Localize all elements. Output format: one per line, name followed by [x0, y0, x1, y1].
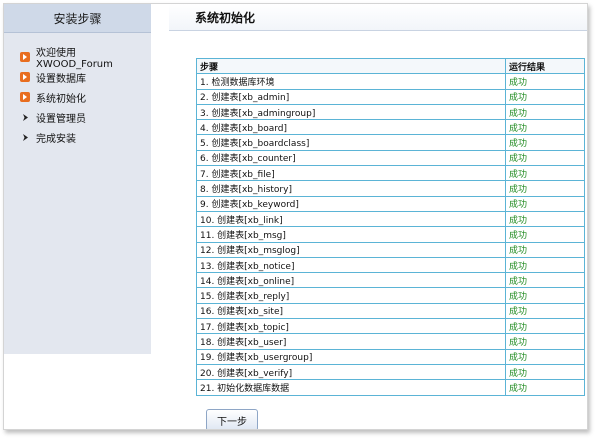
step-cell: 1. 检测数据库环境: [196, 73, 506, 90]
result-cell: 成功: [505, 363, 585, 381]
result-cell: 成功: [505, 256, 585, 274]
step-item: 完成安装: [20, 127, 151, 147]
step-label: 欢迎使用XWOOD_Forum: [36, 48, 113, 70]
main-panel: 系统初始化 步骤 运行结果 1. 检测数据库环境 成功 2. 创建表[xb_admi…: [169, 4, 587, 429]
result-cell: 成功: [505, 348, 585, 365]
table-row: 7. 创建表[xb_file] 成功: [196, 165, 585, 182]
table-row: 18. 创建表[xb_user] 成功: [196, 333, 585, 350]
table-row: 10. 创建表[xb_link] 成功: [196, 210, 585, 228]
result-cell: 成功: [505, 226, 585, 243]
chevron-right-icon: [20, 132, 30, 142]
result-cell: 成功: [505, 165, 585, 182]
results-table: 步骤 运行结果 1. 检测数据库环境 成功 2. 创建表[xb_admin] 成功 3.…: [196, 57, 585, 396]
result-cell: 成功: [505, 318, 585, 335]
installer-window: 安装步骤 欢迎使用XWOOD_Forum 设置数据库 系统初始化 设置管理员 完成安装 …: [3, 3, 588, 430]
table-row: 19. 创建表[xb_usergroup] 成功: [196, 348, 585, 365]
result-cell: 成功: [505, 210, 585, 228]
table-row: 11. 创建表[xb_msg] 成功: [196, 226, 585, 243]
result-cell: 成功: [505, 103, 585, 121]
result-cell: 成功: [505, 195, 585, 212]
step-cell: 20. 创建表[xb_verify]: [196, 363, 506, 381]
result-cell: 成功: [505, 287, 585, 304]
table-row: 2. 创建表[xb_admin] 成功: [196, 88, 585, 105]
next-button[interactable]: 下一步: [206, 409, 258, 429]
step-cell: 16. 创建表[xb_site]: [196, 302, 506, 320]
step-item: 欢迎使用XWOOD_Forum: [20, 47, 151, 70]
step-cell: 10. 创建表[xb_link]: [196, 210, 506, 228]
sidebar-title: 安装步骤: [4, 4, 151, 33]
arrow-right-icon: [20, 92, 30, 102]
steps-list: 欢迎使用XWOOD_Forum 设置数据库系统初始化设置管理员完成安装: [4, 47, 151, 147]
table-row: 6. 创建表[xb_counter] 成功: [196, 149, 585, 167]
step-cell: 17. 创建表[xb_topic]: [196, 318, 506, 335]
step-label: 设置数据库: [36, 73, 86, 85]
table-row: 21. 初始化数据库数据 成功: [196, 379, 585, 396]
table-row: 4. 创建表[xb_board] 成功: [196, 119, 585, 136]
step-cell: 2. 创建表[xb_admin]: [196, 88, 506, 105]
table-row: 20. 创建表[xb_verify] 成功: [196, 363, 585, 381]
table-row: 12. 创建表[xb_msglog] 成功: [196, 241, 585, 258]
step-cell: 11. 创建表[xb_msg]: [196, 226, 506, 243]
page-title: 系统初始化: [169, 4, 587, 31]
result-cell: 成功: [505, 180, 585, 197]
table-row: 3. 创建表[xb_admingroup] 成功: [196, 103, 585, 121]
result-cell: 成功: [505, 241, 585, 258]
step-item: 设置管理员: [20, 107, 151, 127]
step-cell: 18. 创建表[xb_user]: [196, 333, 506, 350]
step-cell: 8. 创建表[xb_history]: [196, 180, 506, 197]
table-row: 13. 创建表[xb_notice] 成功: [196, 256, 585, 274]
table-row: 17. 创建表[xb_topic] 成功: [196, 318, 585, 335]
step-label: 完成安装: [36, 133, 76, 145]
step-cell: 12. 创建表[xb_msglog]: [196, 241, 506, 258]
result-cell: 成功: [505, 379, 585, 396]
table-row: 5. 创建表[xb_boardclass] 成功: [196, 134, 585, 151]
col-result-header: 运行结果: [505, 57, 585, 75]
table-row: 16. 创建表[xb_site] 成功: [196, 302, 585, 320]
sidebar: 安装步骤 欢迎使用XWOOD_Forum 设置数据库系统初始化设置管理员完成安装: [4, 4, 151, 354]
result-cell: 成功: [505, 272, 585, 289]
result-cell: 成功: [505, 333, 585, 350]
col-step-header: 步骤: [196, 57, 506, 75]
step-cell: 5. 创建表[xb_boardclass]: [196, 134, 506, 151]
table-row: 1. 检测数据库环境 成功: [196, 73, 585, 90]
result-cell: 成功: [505, 149, 585, 167]
result-cell: 成功: [505, 302, 585, 320]
result-cell: 成功: [505, 134, 585, 151]
chevron-right-icon: [20, 112, 30, 122]
step-cell: 3. 创建表[xb_admingroup]: [196, 103, 506, 121]
step-cell: 15. 创建表[xb_reply]: [196, 287, 506, 304]
step-item: 设置数据库: [20, 67, 151, 87]
arrow-right-icon: [20, 72, 30, 82]
step-item: 系统初始化: [20, 87, 151, 107]
table-row: 9. 创建表[xb_keyword] 成功: [196, 195, 585, 212]
step-cell: 13. 创建表[xb_notice]: [196, 256, 506, 274]
table-row: 8. 创建表[xb_history] 成功: [196, 180, 585, 197]
step-cell: 6. 创建表[xb_counter]: [196, 149, 506, 167]
table-row: 14. 创建表[xb_online] 成功: [196, 272, 585, 289]
table-row: 15. 创建表[xb_reply] 成功: [196, 287, 585, 304]
step-label: 设置管理员: [36, 113, 86, 125]
table-header-row: 步骤 运行结果: [196, 57, 585, 75]
arrow-right-icon: [20, 52, 30, 62]
step-cell: 7. 创建表[xb_file]: [196, 165, 506, 182]
step-cell: 21. 初始化数据库数据: [196, 379, 506, 396]
step-cell: 19. 创建表[xb_usergroup]: [196, 348, 506, 365]
step-cell: 4. 创建表[xb_board]: [196, 119, 506, 136]
result-cell: 成功: [505, 119, 585, 136]
result-cell: 成功: [505, 88, 585, 105]
step-cell: 14. 创建表[xb_online]: [196, 272, 506, 289]
step-cell: 9. 创建表[xb_keyword]: [196, 195, 506, 212]
result-cell: 成功: [505, 73, 585, 90]
step-label: 系统初始化: [36, 93, 86, 105]
